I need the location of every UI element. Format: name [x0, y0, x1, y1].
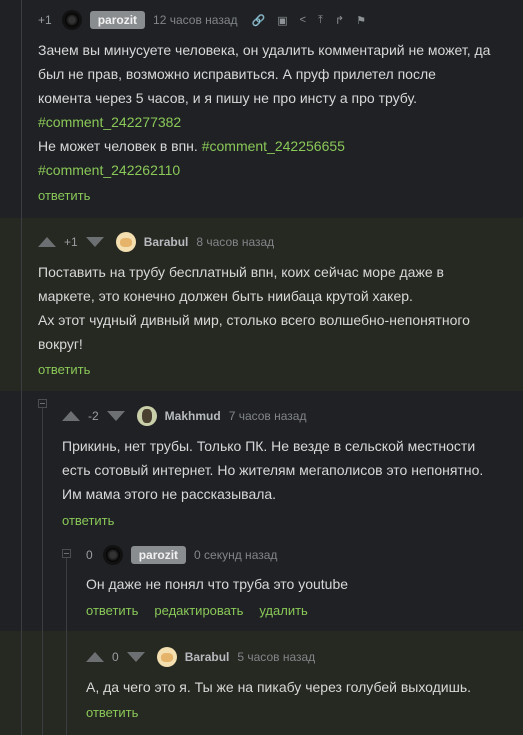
- comment-text: Прикинь, нет трубы. Только ПК. Не везде …: [62, 434, 483, 506]
- comment-actions: ответить редактировать удалить: [86, 603, 308, 618]
- vote-down-icon[interactable]: [106, 411, 125, 421]
- timestamp[interactable]: 12 часов назад: [153, 13, 237, 27]
- vote-up-icon[interactable]: [38, 237, 56, 247]
- comment-header: +1 Barabul 8 часов назад: [38, 230, 274, 254]
- collapse-toggle[interactable]: [62, 549, 71, 558]
- comment-link[interactable]: #comment_242256655: [202, 138, 345, 154]
- comment-text: Зачем вы минусуете человека, он удалить …: [38, 38, 490, 182]
- text-line: Им мама этого не рассказывала.: [62, 486, 277, 502]
- share-icon[interactable]: <: [300, 14, 306, 26]
- thread-line[interactable]: [21, 391, 22, 541]
- author-name[interactable]: Barabul: [144, 235, 189, 249]
- comment-link[interactable]: #comment_242277382: [38, 114, 181, 130]
- go-up-icon[interactable]: ⤒: [318, 14, 323, 27]
- thread-line[interactable]: [21, 218, 22, 391]
- thread-line[interactable]: [21, 631, 22, 735]
- thread-line[interactable]: [66, 631, 67, 735]
- text-line: вокруг!: [38, 336, 83, 352]
- comment-actions: ответить: [86, 705, 138, 720]
- comment-actions: ответить: [62, 513, 114, 528]
- text-line: Он даже не понял что труба это youtube: [86, 576, 349, 592]
- vote-down-icon[interactable]: [126, 652, 145, 662]
- thread-line[interactable]: [21, 0, 22, 218]
- author-name[interactable]: parozit: [89, 11, 146, 29]
- timestamp[interactable]: 8 часов назад: [196, 235, 274, 249]
- comment-header: +1 parozit 12 часов назад 🔗 ▣ < ⤒ ↱ ⚑: [38, 8, 378, 32]
- comment-text: Поставить на трубу бесплатный впн, коих …: [38, 260, 470, 356]
- avatar[interactable]: [136, 406, 157, 426]
- flag-icon[interactable]: ⚑: [356, 14, 366, 27]
- branch-icon[interactable]: ↱: [335, 14, 344, 27]
- timestamp[interactable]: 5 часов назад: [237, 650, 315, 664]
- avatar[interactable]: [156, 647, 177, 667]
- comment-header: -2 Makhmud 7 часов назад: [62, 404, 306, 428]
- comment-actions: ответить: [38, 362, 90, 377]
- rating: +1: [64, 235, 78, 249]
- avatar[interactable]: [115, 232, 136, 252]
- reply-button[interactable]: ответить: [62, 513, 114, 528]
- text-line: комента через 5 часов, и я пишу не про и…: [38, 90, 417, 106]
- text-line: есть сотовый интернет. Но жителям мегапо…: [62, 462, 484, 478]
- comment-text: А, да чего это я. Ты же на пикабу через …: [86, 675, 471, 699]
- rating: -2: [88, 409, 99, 423]
- text-line: А, да чего это я. Ты же на пикабу через …: [86, 679, 472, 695]
- text-line: Прикинь, нет трубы. Только ПК. Не везде …: [62, 438, 476, 454]
- author-name[interactable]: parozit: [130, 546, 187, 564]
- thread-line[interactable]: [21, 541, 22, 631]
- save-icon[interactable]: ▣: [277, 14, 287, 27]
- thread-line[interactable]: [66, 558, 67, 631]
- reply-button[interactable]: ответить: [38, 362, 90, 377]
- vote-up-icon[interactable]: [62, 411, 80, 421]
- comment-3: -2 Makhmud 7 часов назад Прикинь, нет тр…: [0, 391, 523, 541]
- comment-actions: ответить: [38, 188, 90, 203]
- reply-button[interactable]: ответить: [86, 603, 138, 618]
- comment-header: 0 Barabul 5 часов назад: [86, 645, 315, 669]
- text-line: Поставить на трубу бесплатный впн, коих …: [38, 264, 444, 280]
- rating: 0: [86, 548, 93, 562]
- comment-tools: 🔗 ▣ < ⤒ ↱ ⚑: [252, 14, 379, 27]
- timestamp[interactable]: 0 секунд назад: [194, 548, 277, 562]
- thread-line[interactable]: [42, 631, 43, 735]
- text-line: Зачем вы минусуете человека, он удалить …: [38, 42, 491, 58]
- text-line: был не прав, возможно исправиться. А пру…: [38, 66, 436, 82]
- comment-link[interactable]: #comment_242262110: [38, 162, 180, 178]
- collapse-toggle[interactable]: [38, 399, 47, 408]
- link-icon[interactable]: 🔗: [252, 14, 266, 27]
- vote-up-icon[interactable]: [86, 652, 104, 662]
- delete-button[interactable]: удалить: [259, 603, 307, 618]
- vote-down-icon[interactable]: [85, 237, 104, 247]
- text-line: маркете, это конечно должен быть ниибаца…: [38, 288, 413, 304]
- author-name[interactable]: Makhmud: [165, 409, 221, 423]
- author-name[interactable]: Barabul: [185, 650, 230, 664]
- rating: 0: [112, 650, 119, 664]
- comment-text: Он даже не понял что труба это youtube: [86, 572, 348, 596]
- thread-line[interactable]: [42, 408, 43, 541]
- edit-button[interactable]: редактировать: [154, 603, 243, 618]
- reply-button[interactable]: ответить: [86, 705, 138, 720]
- text-line: Ах этот чудный дивный мир, столько всего…: [38, 312, 470, 328]
- timestamp[interactable]: 7 часов назад: [229, 409, 307, 423]
- comment-1: +1 parozit 12 часов назад 🔗 ▣ < ⤒ ↱ ⚑ За…: [0, 0, 523, 218]
- comment-2: +1 Barabul 8 часов назад Поставить на тр…: [0, 218, 523, 391]
- avatar[interactable]: [102, 545, 123, 565]
- text-line: Не может человек в впн.: [38, 138, 202, 154]
- reply-button[interactable]: ответить: [38, 188, 90, 203]
- thread-line[interactable]: [42, 541, 43, 631]
- rating: +1: [38, 13, 52, 27]
- comment-5: 0 Barabul 5 часов назад А, да чего это я…: [0, 631, 523, 735]
- comment-4: 0 parozit 0 секунд назад Он даже не поня…: [0, 541, 523, 631]
- comment-header: 0 parozit 0 секунд назад: [86, 543, 277, 567]
- avatar[interactable]: [61, 10, 82, 30]
